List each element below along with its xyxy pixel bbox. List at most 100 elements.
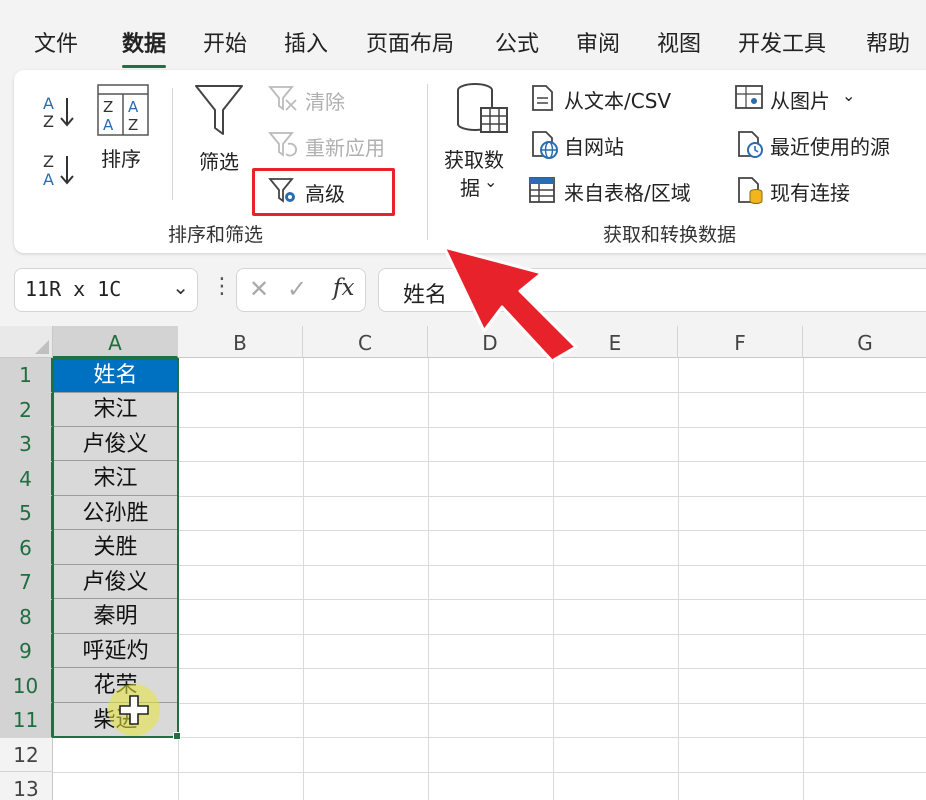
existing-connections-button[interactable]: 现有连接 (770, 177, 850, 206)
clear-filter-icon (268, 86, 297, 111)
cell-a6[interactable]: 关胜 (54, 531, 177, 565)
row-header-3[interactable]: 3 (0, 427, 53, 462)
from-picture-button[interactable]: 从图片 (770, 85, 830, 114)
cell-a3[interactable]: 卢俊义 (54, 427, 177, 461)
gridline (53, 737, 926, 738)
column-header-f[interactable]: F (678, 326, 803, 358)
gridline (428, 358, 429, 800)
reapply-icon (268, 132, 297, 157)
tab-insert[interactable]: 插入 (284, 26, 328, 58)
divider (172, 88, 173, 200)
svg-text:Z: Z (43, 152, 54, 171)
chevron-down-icon[interactable]: ⌄ (842, 86, 855, 105)
column-header-g[interactable]: G (803, 326, 926, 358)
existing-connections-icon (738, 177, 763, 204)
chevron-down-icon[interactable]: ⌄ (484, 172, 497, 191)
get-data-label-line2: 据 (460, 176, 480, 200)
clear-button[interactable]: 清除 (305, 86, 345, 115)
row-header-8[interactable]: 8 (0, 599, 53, 634)
from-web-button[interactable]: 自网站 (564, 131, 624, 160)
gridline (53, 427, 926, 428)
tab-developer[interactable]: 开发工具 (738, 26, 826, 58)
filter-icon[interactable] (193, 82, 245, 138)
insert-function-button[interactable]: fx (333, 275, 354, 301)
sort-ascending-icon[interactable]: A Z (40, 92, 78, 132)
cell-a2[interactable]: 宋江 (54, 393, 177, 427)
cell-a4[interactable]: 宋江 (54, 462, 177, 496)
tab-help[interactable]: 帮助 (866, 26, 910, 58)
picture-icon (735, 85, 763, 109)
gridline (53, 668, 926, 669)
row-header-11[interactable]: 11 (0, 703, 53, 738)
cell-a5[interactable]: 公孙胜 (54, 496, 177, 530)
row-header-9[interactable]: 9 (0, 634, 53, 669)
cancel-icon[interactable]: ✕ (249, 275, 269, 303)
gridline (553, 358, 554, 800)
row-header-7[interactable]: 7 (0, 565, 53, 600)
text-file-icon (532, 85, 553, 111)
tab-home[interactable]: 开始 (203, 26, 247, 58)
get-data-button[interactable]: 获取数 (444, 144, 504, 173)
table-icon (529, 177, 555, 203)
select-all-corner[interactable] (0, 326, 53, 358)
svg-text:Z: Z (128, 116, 138, 134)
svg-text:A: A (103, 116, 114, 134)
gridline (53, 530, 926, 531)
formula-buttons: ✕ ✓ fx (236, 268, 366, 312)
svg-text:Z: Z (103, 98, 113, 116)
tab-data[interactable]: 数据 (122, 26, 167, 68)
column-header-c[interactable]: C (303, 326, 428, 358)
row-header-5[interactable]: 5 (0, 496, 53, 531)
sort-icon[interactable]: Z A A Z (97, 84, 149, 136)
name-box-value: 11R x 1C (25, 277, 122, 301)
gridline (53, 703, 926, 704)
row-header-12[interactable]: 12 (0, 737, 53, 772)
tab-formulas[interactable]: 公式 (495, 26, 539, 58)
reapply-button[interactable]: 重新应用 (305, 132, 385, 161)
chevron-down-icon[interactable]: ⌄ (172, 275, 189, 299)
gridline (678, 358, 679, 800)
gridline (53, 496, 926, 497)
from-table-range-button[interactable]: 来自表格/区域 (564, 177, 691, 206)
fill-handle[interactable] (173, 732, 181, 740)
gridline (53, 392, 926, 393)
column-header-b[interactable]: B (178, 326, 303, 358)
column-header-a[interactable]: A (53, 326, 178, 358)
svg-text:A: A (43, 170, 54, 189)
more-options-icon[interactable]: ⋮ (211, 274, 233, 299)
highlight-box (252, 168, 395, 216)
from-text-csv-button[interactable]: 从文本/CSV (564, 85, 671, 114)
database-icon[interactable] (455, 82, 511, 138)
gridline (803, 358, 804, 800)
row-header-10[interactable]: 10 (0, 668, 53, 703)
cell-a7[interactable]: 卢俊义 (54, 565, 177, 599)
recent-sources-button[interactable]: 最近使用的源 (770, 131, 890, 160)
tab-view[interactable]: 视图 (657, 26, 701, 58)
tab-file[interactable]: 文件 (34, 26, 78, 58)
cell-a8[interactable]: 秦明 (54, 600, 177, 634)
gridline (53, 599, 926, 600)
svg-text:Z: Z (43, 112, 54, 131)
gridline (53, 634, 926, 635)
cursor-icon (119, 695, 149, 725)
cell-a1[interactable]: 姓名 (54, 359, 177, 393)
sort-descending-icon[interactable]: Z A (40, 150, 78, 190)
group-label-sort-filter: 排序和筛选 (168, 224, 264, 246)
web-icon (532, 131, 558, 159)
confirm-icon[interactable]: ✓ (287, 275, 307, 303)
row-header-2[interactable]: 2 (0, 392, 53, 427)
filter-button[interactable]: 筛选 (199, 146, 239, 175)
gridline (303, 358, 304, 800)
tab-review[interactable]: 审阅 (576, 26, 620, 58)
name-box[interactable]: 11R x 1C ⌄ (14, 268, 198, 312)
row-header-13[interactable]: 13 (0, 772, 53, 800)
row-header-6[interactable]: 6 (0, 530, 53, 565)
gridline (53, 461, 926, 462)
cell-a9[interactable]: 呼延灼 (54, 634, 177, 668)
sort-button[interactable]: 排序 (101, 143, 141, 172)
group-label-get-transform: 获取和转换数据 (603, 224, 737, 246)
gridline (53, 772, 926, 773)
row-header-1[interactable]: 1 (0, 358, 53, 393)
tab-page-layout[interactable]: 页面布局 (366, 26, 454, 58)
row-header-4[interactable]: 4 (0, 461, 53, 496)
